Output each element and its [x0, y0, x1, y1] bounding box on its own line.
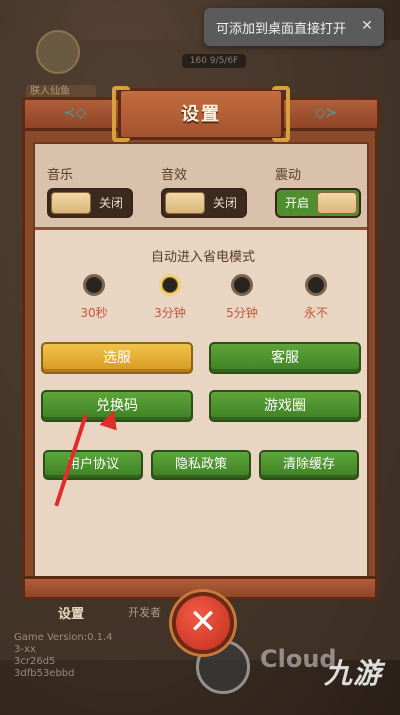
sound-effect-toggle-state: 关闭 [212, 196, 237, 210]
select-server-button[interactable]: 选服 [41, 342, 193, 374]
toast-text: 可添加到桌面直接打开 [216, 21, 347, 37]
vibration-toggle-state: 开启 [285, 196, 310, 210]
power-save-title: 自动进入省电模式 [150, 250, 255, 265]
power-save-radio-3min[interactable] [159, 274, 181, 296]
fish-icon: ≺◇ [63, 105, 87, 121]
fish-icon: ◇≻ [314, 105, 338, 121]
close-dialog-button[interactable]: ✕ [172, 592, 234, 654]
power-save-radio-30s[interactable] [83, 274, 105, 296]
watermark-logo: 九游 [323, 657, 382, 690]
power-save-radio-never[interactable] [305, 274, 327, 296]
toggle-knob [317, 192, 357, 214]
music-toggle-state: 关闭 [98, 196, 123, 210]
clear-cache-button[interactable]: 清除缓存 [259, 450, 359, 480]
background-tab-other: 开发者 [128, 606, 161, 619]
sound-effect-label: 音效 [161, 168, 188, 183]
toggle-knob [165, 192, 205, 214]
music-label: 音乐 [47, 168, 74, 183]
vibration-label: 震动 [275, 168, 302, 183]
privacy-policy-button[interactable]: 隐私政策 [151, 450, 251, 480]
version-text: Game Version:0.1.4 3-xx 3cr26d5 3dfb53eb… [14, 632, 113, 679]
add-to-desktop-toast[interactable]: 可添加到桌面直接打开 ✕ [204, 8, 384, 46]
customer-service-button[interactable]: 客服 [209, 342, 361, 374]
vibration-toggle[interactable]: 开启 [275, 188, 361, 218]
background-tab-settings: 设置 [58, 607, 85, 622]
power-save-option-label: 30秒 [80, 306, 108, 320]
player-avatar [36, 30, 80, 74]
sound-effect-toggle[interactable]: 关闭 [161, 188, 247, 218]
power-save-option-label: 永不 [303, 306, 328, 320]
toggle-knob [51, 192, 91, 214]
background-chip: 160 9/5/6F [182, 54, 246, 68]
power-save-radio-5min[interactable] [231, 274, 253, 296]
close-icon[interactable]: ✕ [358, 17, 376, 35]
power-save-option-label: 3分钟 [154, 306, 186, 320]
dialog-title: 设置 [181, 104, 221, 125]
music-toggle[interactable]: 关闭 [47, 188, 133, 218]
settings-content: 音乐 关闭 音效 关闭 震动 开启 自动进入省电模式 30秒 3分钟 5分钟 永… [33, 142, 369, 578]
user-agreement-button[interactable]: 用户协议 [43, 450, 143, 480]
power-save-option-label: 5分钟 [226, 306, 258, 320]
game-circle-button[interactable]: 游戏圈 [209, 390, 361, 422]
